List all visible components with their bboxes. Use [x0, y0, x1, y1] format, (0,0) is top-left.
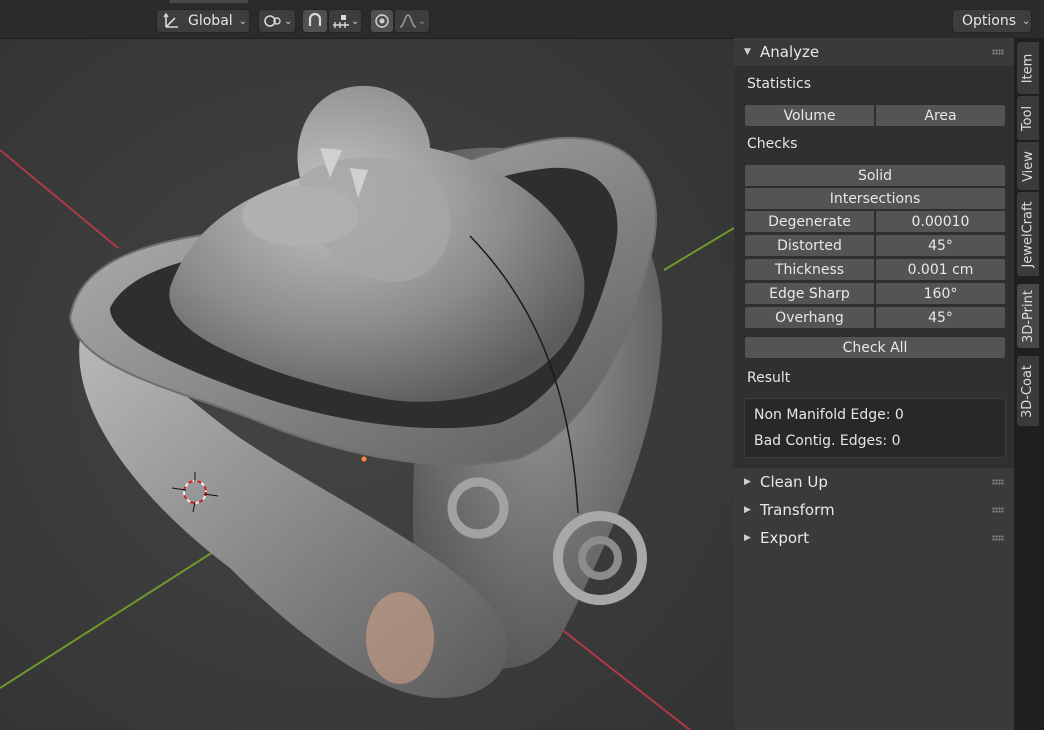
snap-target-dropdown[interactable]: ⌄ — [328, 9, 362, 33]
falloff-curve-icon — [399, 14, 417, 28]
volume-button[interactable]: Volume — [744, 104, 875, 127]
solid-button[interactable]: Solid — [744, 164, 1006, 187]
3d-viewport[interactable] — [0, 38, 734, 730]
result-line: Bad Contig. Edges: 0 — [754, 433, 901, 449]
snap-toggle[interactable] — [302, 9, 328, 33]
tab-label: Tool — [1020, 105, 1036, 131]
thickness-button[interactable]: Thickness — [744, 258, 875, 281]
proportional-editing-toggle[interactable] — [370, 9, 394, 33]
thickness-value-field[interactable]: 0.001 cm — [875, 258, 1006, 281]
tab-tool[interactable]: Tool — [1017, 96, 1039, 140]
edge-sharp-button[interactable]: Edge Sharp — [744, 282, 875, 305]
triangle-right-icon: ▶ — [744, 505, 751, 515]
tab-label: 3D-Coat — [1020, 364, 1036, 418]
snap-increment-icon — [333, 15, 349, 28]
tab-label: JewelCraft — [1020, 201, 1036, 267]
overhang-value-field[interactable]: 45° — [875, 306, 1006, 329]
pivot-point-dropdown[interactable]: ⌄ — [258, 9, 296, 33]
chevron-down-icon: ⌄ — [418, 15, 427, 27]
distorted-value-field[interactable]: 45° — [875, 234, 1006, 257]
analyze-title: Analyze — [760, 43, 820, 61]
orientation-icon — [163, 12, 178, 28]
clean-up-title: Clean Up — [760, 473, 828, 491]
chevron-down-icon: ⌄ — [284, 15, 293, 27]
origin-dot — [361, 456, 367, 462]
pivot-icon — [264, 15, 281, 27]
export-panel-header[interactable]: ▶ Export — [734, 524, 1014, 552]
tab-jewelcraft[interactable]: JewelCraft — [1017, 192, 1039, 276]
transform-orientation-dropdown[interactable]: Global ⌄ — [156, 9, 250, 33]
viewport-header: Global ⌄ ⌄ ⌄ ⌄ Options ⌄ — [0, 0, 1044, 39]
degenerate-button[interactable]: Degenerate — [744, 210, 875, 233]
degenerate-value-field[interactable]: 0.00010 — [875, 210, 1006, 233]
tab-label: View — [1020, 150, 1036, 182]
orientation-label: Global — [188, 13, 233, 29]
chevron-down-icon: ⌄ — [1022, 15, 1031, 27]
options-label: Options — [962, 13, 1017, 29]
drag-handle-icon[interactable] — [992, 507, 1004, 513]
overhang-button[interactable]: Overhang — [744, 306, 875, 329]
tab-label: 3D-Print — [1020, 289, 1036, 343]
sidebar-tabs: Item Tool View JewelCraft 3D-Print 3D-Co… — [1014, 38, 1044, 730]
result-box: Non Manifold Edge: 0 Bad Contig. Edges: … — [744, 398, 1006, 458]
transform-panel-header[interactable]: ▶ Transform — [734, 496, 1014, 524]
triangle-down-icon: ▼ — [744, 47, 751, 57]
falloff-dropdown[interactable]: ⌄ — [394, 9, 430, 33]
tab-3d-print[interactable]: 3D-Print — [1017, 284, 1039, 348]
intersections-button[interactable]: Intersections — [744, 187, 1006, 210]
drag-handle-icon[interactable] — [992, 49, 1004, 55]
collapsed-panels: ▶ Clean Up ▶ Transform ▶ Export — [734, 468, 1014, 552]
tab-view[interactable]: View — [1017, 142, 1039, 190]
drag-handle-icon[interactable] — [992, 535, 1004, 541]
distorted-button[interactable]: Distorted — [744, 234, 875, 257]
sidebar-panel: ▼ Analyze Statistics Volume Area Checks … — [734, 38, 1014, 730]
transform-title: Transform — [760, 501, 835, 519]
tab-item[interactable]: Item — [1017, 42, 1039, 94]
drag-handle-icon[interactable] — [992, 479, 1004, 485]
triangle-right-icon: ▶ — [744, 477, 751, 487]
analyze-panel-header[interactable]: ▼ Analyze — [734, 38, 1014, 66]
chevron-down-icon: ⌄ — [351, 15, 360, 27]
area-button[interactable]: Area — [875, 104, 1006, 127]
result-label: Result — [747, 370, 791, 386]
tab-3d-coat[interactable]: 3D-Coat — [1017, 356, 1039, 426]
chevron-down-icon: ⌄ — [238, 15, 248, 27]
magnet-icon — [308, 12, 322, 26]
checks-label: Checks — [747, 136, 798, 152]
triangle-right-icon: ▶ — [744, 533, 751, 543]
statistics-label: Statistics — [747, 76, 811, 92]
tab-label: Item — [1020, 53, 1036, 83]
clean-up-panel-header[interactable]: ▶ Clean Up — [734, 468, 1014, 496]
result-line: Non Manifold Edge: 0 — [754, 407, 904, 423]
edge-sharp-value-field[interactable]: 160° — [875, 282, 1006, 305]
check-all-button[interactable]: Check All — [744, 336, 1006, 359]
viewport-scene — [0, 38, 734, 730]
proportional-editing-icon — [375, 14, 389, 28]
analyze-panel: ▼ Analyze Statistics Volume Area Checks … — [734, 38, 1014, 468]
export-title: Export — [760, 529, 810, 547]
options-dropdown[interactable]: Options ⌄ — [952, 9, 1032, 33]
